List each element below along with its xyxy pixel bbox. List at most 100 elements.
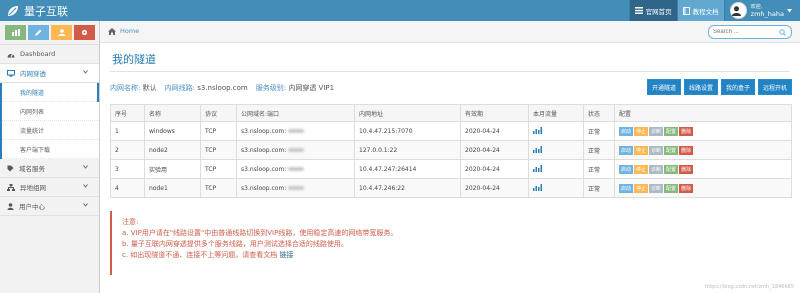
cell-traffic[interactable]: [528, 159, 584, 179]
cell-name: node1: [144, 178, 201, 198]
cell-domain: s3.nsloop.com:: [236, 159, 355, 179]
route-settings-button[interactable]: 线路设置: [683, 79, 718, 95]
delete-button[interactable]: 删除: [679, 126, 694, 136]
sidebar-subitem-client-download[interactable]: 客户端下载: [2, 140, 99, 159]
cell-no: 1: [110, 121, 145, 141]
cell-no: 3: [110, 159, 145, 179]
home-icon: [108, 27, 116, 35]
sidebar-item-dashboard[interactable]: Dashboard: [0, 45, 99, 64]
leaf-logo-icon: [8, 5, 18, 16]
notice-title: 注意:: [122, 218, 139, 226]
start-button[interactable]: 启动: [619, 126, 634, 136]
cell-local-addr: 10.4.47.247:26414: [354, 159, 461, 179]
tachometer-icon: [7, 53, 15, 57]
sidebar-item-intranet[interactable]: 内网穿透: [0, 64, 99, 83]
tag-icon: [7, 165, 14, 171]
cell-domain: s3.nsloop.com:: [236, 121, 355, 141]
shortcut-buttons: [0, 21, 99, 45]
cell-no: 4: [110, 178, 145, 198]
intranet-route-value: s3.nsloop.com: [197, 84, 248, 92]
start-button[interactable]: 启动: [619, 183, 634, 193]
cell-expire: 2020-04-24: [460, 159, 529, 179]
sidebar-subitem-intranet-list[interactable]: 内网列表: [2, 102, 99, 121]
configure-button[interactable]: 配置: [664, 183, 679, 193]
cell-traffic[interactable]: [528, 178, 584, 198]
docs-link[interactable]: 教程文档: [676, 0, 724, 21]
username: zmh_haha: [750, 9, 784, 18]
redacted-port: [288, 129, 305, 133]
sitemap-icon: [7, 183, 15, 191]
cell-name: 实验用: [144, 159, 201, 179]
users-icon: [58, 29, 65, 36]
intranet-route-label: 内网线路:: [164, 84, 195, 92]
caret-down-icon: [787, 8, 792, 12]
stop-button[interactable]: 停止: [634, 164, 649, 174]
brand[interactable]: 量子互联: [6, 3, 68, 18]
users-shortcut[interactable]: [51, 25, 72, 40]
search-input[interactable]: [713, 29, 773, 35]
open-tunnel-button[interactable]: 开通隧道: [646, 79, 681, 95]
docs-link-inline[interactable]: 链接: [280, 251, 294, 259]
notice-box: 注意: a. VIP用户请在"线路设置"中由普通线路切换到VIP线路，使用稳定高…: [110, 211, 590, 275]
stop-button[interactable]: 停止: [634, 126, 649, 136]
diagnose-button[interactable]: 诊断: [649, 183, 664, 193]
list-icon: [634, 7, 643, 14]
pencil-icon: [35, 29, 42, 36]
col-header-traffic: 本月流量: [528, 104, 584, 122]
stop-button[interactable]: 停止: [634, 183, 649, 193]
cell-protocol: TCP: [200, 178, 237, 198]
remote-wake-button[interactable]: 远程开机: [757, 79, 792, 95]
cell-local-addr: 10.4.47.246:22: [354, 178, 461, 198]
cell-traffic[interactable]: [528, 121, 584, 141]
cell-config: 启动 停止 诊断 配置 删除: [614, 121, 792, 141]
chevron-down-icon: [83, 184, 88, 188]
cell-status: 正常: [583, 121, 615, 141]
sidebar-subitem-my-tunnels[interactable]: 我的隧道: [2, 83, 99, 102]
delete-button[interactable]: 删除: [679, 183, 694, 193]
intranet-submenu: 我的隧道 内网列表 流量统计 客户端下载: [0, 83, 99, 159]
table-row: 2 node2 TCP s3.nsloop.com: 127.0.0.1:22 …: [110, 140, 792, 160]
intranet-name-label: 内网名称:: [110, 84, 141, 92]
official-site-link[interactable]: 官网首页: [628, 0, 677, 21]
delete-button[interactable]: 删除: [679, 164, 694, 174]
cell-traffic[interactable]: [528, 140, 584, 160]
notice-line-c-wrap: c. 如出现隧道不通、连接不上等问题，请查看文档 链接: [122, 250, 590, 261]
settings-shortcut[interactable]: [74, 25, 95, 40]
cell-no: 2: [110, 140, 145, 160]
diagnose-button[interactable]: 诊断: [649, 126, 664, 136]
sidebar-item-remote-network[interactable]: 异地组网: [0, 178, 99, 197]
stats-shortcut[interactable]: [5, 25, 26, 40]
intranet-name-value: 默认: [142, 84, 157, 92]
col-header-status: 状态: [583, 104, 615, 122]
configure-button[interactable]: 配置: [664, 145, 679, 155]
breadcrumb-home[interactable]: Home: [108, 27, 139, 35]
configure-button[interactable]: 配置: [664, 164, 679, 174]
notice-line-a: a. VIP用户请在"线路设置"中由普通线路切换到VIP线路，使用稳定高速的网络…: [122, 229, 398, 237]
bar-chart-icon[interactable]: [533, 145, 542, 153]
cell-protocol: TCP: [200, 140, 237, 160]
start-button[interactable]: 启动: [619, 145, 634, 155]
bar-chart-icon[interactable]: [533, 126, 542, 134]
col-header-domain: 公网域名:端口: [236, 104, 355, 122]
sidebar-item-user-center[interactable]: 用户中心: [0, 197, 99, 216]
cell-domain: s3.nsloop.com:: [236, 178, 355, 198]
my-box-button[interactable]: 我的盒子: [720, 79, 755, 95]
bar-chart-icon[interactable]: [533, 164, 542, 172]
cell-config: 启动 停止 诊断 配置 删除: [614, 159, 792, 179]
sidebar-item-domain[interactable]: 域名服务: [0, 159, 99, 178]
col-header-config: 配置: [614, 104, 792, 122]
col-header-protocol: 协议: [200, 104, 237, 122]
diagnose-button[interactable]: 诊断: [649, 145, 664, 155]
delete-button[interactable]: 删除: [679, 145, 694, 155]
configure-button[interactable]: 配置: [664, 126, 679, 136]
stop-button[interactable]: 停止: [634, 145, 649, 155]
edit-shortcut[interactable]: [28, 25, 49, 40]
sidebar-item-label: 内网穿透: [20, 70, 46, 78]
diagnose-button[interactable]: 诊断: [649, 164, 664, 174]
cell-expire: 2020-04-24: [460, 121, 529, 141]
start-button[interactable]: 启动: [619, 164, 634, 174]
domain-text: s3.nsloop.com:: [241, 184, 287, 192]
bar-chart-icon[interactable]: [533, 183, 542, 191]
sidebar-subitem-traffic-stats[interactable]: 流量统计: [2, 121, 99, 140]
user-menu[interactable]: 欢迎, zmh_haha: [723, 0, 800, 21]
